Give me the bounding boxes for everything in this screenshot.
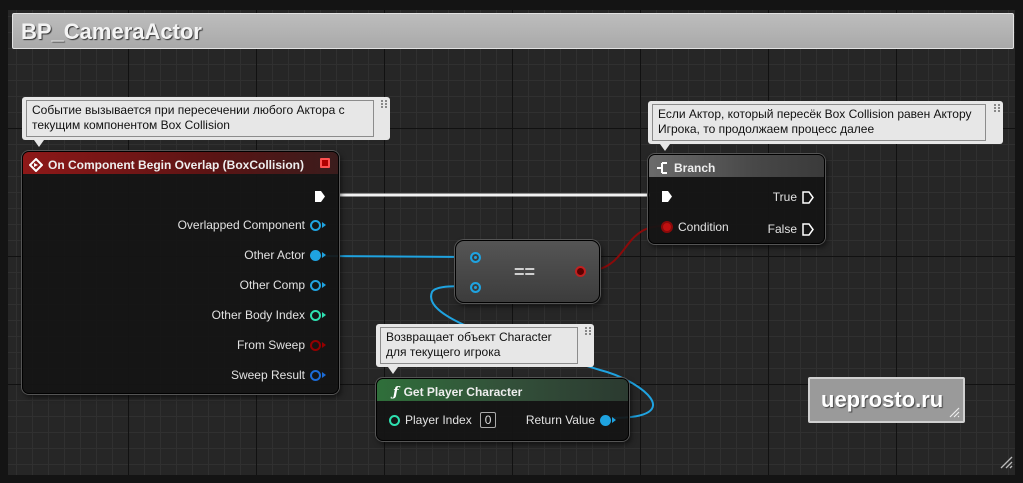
return-value-pin[interactable] xyxy=(600,414,611,426)
branch-false-row[interactable]: False xyxy=(768,222,814,236)
event-node-begin-overlap[interactable]: On Component Begin Overlap (BoxCollision… xyxy=(22,151,339,394)
event-output-pin-row[interactable]: Sweep Result xyxy=(231,368,326,382)
get-player-character-node[interactable]: ƒ Get Player Character Player Index 0 Re… xyxy=(376,378,629,441)
red-square-icon[interactable] xyxy=(320,158,330,168)
pin-arrow-icon xyxy=(322,252,326,258)
comment-grip-icon[interactable] xyxy=(994,104,1000,112)
equals-input-a-pin[interactable] xyxy=(470,252,481,263)
player-index-input[interactable]: 0 xyxy=(479,412,497,428)
event-output-pin-row[interactable]: Overlapped Component xyxy=(178,218,326,232)
comment-player[interactable]: Возвращает объект Character для текущего… xyxy=(376,324,594,374)
comment-tail xyxy=(660,144,670,151)
branch-node-header[interactable]: Branch xyxy=(649,155,824,177)
branch-exec-in-pin[interactable] xyxy=(661,190,673,202)
branch-node-title: Branch xyxy=(674,161,716,175)
watermark-text: ueprosto.ru xyxy=(821,387,944,412)
event-diamond-icon xyxy=(29,158,43,172)
resize-grip-icon[interactable] xyxy=(948,406,960,418)
output-pin[interactable] xyxy=(310,249,321,261)
equals-node[interactable]: == xyxy=(455,240,600,303)
return-value-row[interactable]: Return Value xyxy=(526,413,616,427)
comment-branch[interactable]: Если Актор, который пересёк Box Collisio… xyxy=(648,101,1003,151)
equals-output-pin[interactable] xyxy=(575,266,586,277)
player-index-row[interactable]: Player Index 0 xyxy=(389,412,497,428)
event-output-pin-row[interactable]: Other Comp xyxy=(240,278,326,292)
player-index-label: Player Index xyxy=(405,413,472,427)
exec-out-false-pin[interactable] xyxy=(802,222,814,236)
event-node-title: On Component Begin Overlap (BoxCollision… xyxy=(48,158,305,172)
pin-label: Sweep Result xyxy=(230,368,305,382)
resize-grip-icon[interactable] xyxy=(999,455,1013,469)
output-pin[interactable] xyxy=(310,339,321,351)
event-output-pin-row[interactable]: Other Body Index xyxy=(212,308,326,322)
equals-operator-label: == xyxy=(514,262,536,282)
pin-arrow-icon xyxy=(322,222,326,228)
equals-input-b-pin[interactable] xyxy=(470,282,481,293)
player-node-header[interactable]: ƒ Get Player Character xyxy=(377,379,628,401)
pin-arrow-icon xyxy=(322,372,326,378)
comment-overlap-text: Событие вызывается при пересечении любог… xyxy=(26,100,374,137)
pin-arrow-icon xyxy=(322,282,326,288)
comment-player-text: Возвращает объект Character для текущего… xyxy=(380,327,578,364)
return-value-label: Return Value xyxy=(525,413,595,427)
other-actor-wire xyxy=(317,255,470,258)
watermark-comment: ueprosto.ru xyxy=(808,377,965,423)
comment-grip-icon[interactable] xyxy=(381,100,387,108)
event-node-header[interactable]: On Component Begin Overlap (BoxCollision… xyxy=(23,152,338,174)
output-pin[interactable] xyxy=(310,369,321,381)
graph-title: BP_CameraActor xyxy=(12,13,1014,49)
pin-label: Other Actor xyxy=(244,248,305,262)
pin-arrow-icon xyxy=(322,312,326,318)
comment-tail xyxy=(34,140,44,147)
pin-label: Other Comp xyxy=(239,278,305,292)
pin-label: Other Body Index xyxy=(211,308,305,322)
exec-out-true-pin[interactable] xyxy=(802,190,814,204)
comment-overlap[interactable]: Событие вызывается при пересечении любог… xyxy=(22,97,390,147)
output-pin[interactable] xyxy=(310,279,321,291)
comment-branch-text: Если Актор, который пересёк Box Collisio… xyxy=(652,104,986,141)
branch-true-row[interactable]: True xyxy=(773,190,814,204)
branch-condition-row[interactable]: Condition xyxy=(661,220,729,234)
output-pin[interactable] xyxy=(310,219,321,231)
branch-icon xyxy=(657,162,667,174)
comment-tail xyxy=(388,367,398,374)
branch-true-label: True xyxy=(772,190,797,204)
function-icon: ƒ xyxy=(393,384,399,400)
condition-pin[interactable] xyxy=(661,221,673,233)
branch-false-label: False xyxy=(767,222,797,236)
exec-out-pin[interactable] xyxy=(314,190,326,202)
pin-label: Overlapped Component xyxy=(177,218,305,232)
event-output-pin-row[interactable]: From Sweep xyxy=(237,338,326,352)
player-node-title: Get Player Character xyxy=(403,385,523,399)
pin-arrow-icon xyxy=(322,342,326,348)
pin-arrow-icon xyxy=(612,417,616,423)
player-index-pin[interactable] xyxy=(389,414,400,426)
output-pin[interactable] xyxy=(310,309,321,321)
comment-grip-icon[interactable] xyxy=(585,327,591,335)
pin-label: From Sweep xyxy=(236,338,305,352)
branch-node[interactable]: Branch True Condition False xyxy=(648,154,825,244)
branch-condition-label: Condition xyxy=(678,220,729,234)
event-output-pin-row[interactable]: Other Actor xyxy=(244,248,326,262)
